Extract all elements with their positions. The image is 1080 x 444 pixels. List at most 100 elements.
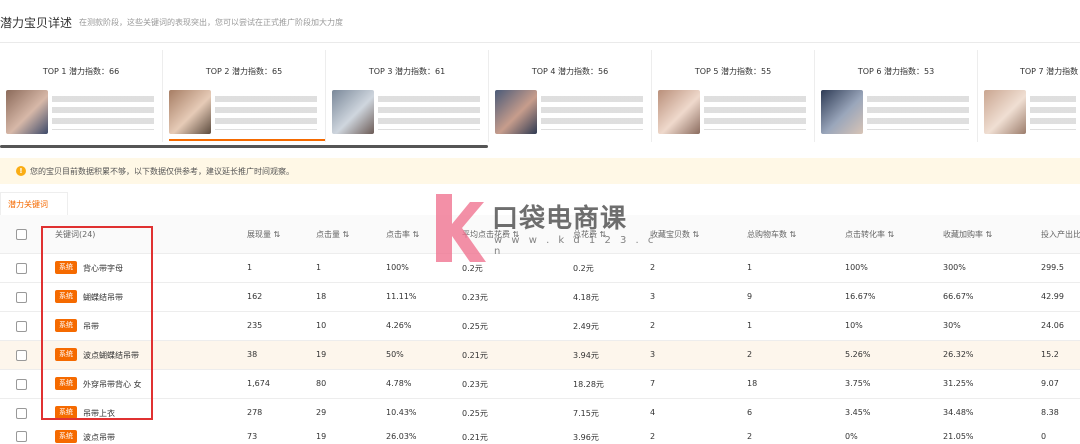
col-total-cost[interactable]: 总花费 ⇅: [573, 229, 606, 240]
page-header: 潜力宝贝详述 在测款阶段，这些关键词的表现突出，您可以尝试在正式推广阶段加大力度: [0, 0, 1080, 43]
tab-potential-keywords[interactable]: 潜力关键词: [0, 192, 68, 215]
col-avg-cpc[interactable]: 平均点击花费 ⇅: [462, 229, 519, 240]
table-row[interactable]: 系统 蝴蝶结吊带 162 18 11.11% 0.23元 4.18元 3 9 1…: [0, 283, 1080, 312]
col-roi[interactable]: 投入产出比: [1041, 229, 1080, 240]
top-item-label: TOP 4 潜力指数：56: [531, 67, 609, 76]
ctr-cell: 4.78%: [386, 379, 412, 388]
roi-cell: 0: [1041, 432, 1047, 441]
table-row[interactable]: 系统 吊带上衣 278 29 10.43% 0.25元 7.15元 4 6 3.…: [0, 399, 1080, 428]
table-row[interactable]: 系统 背心带字母 1 1 100% 0.2元 0.2元 2 1 100% 300…: [0, 254, 1080, 283]
keyword-text: 波点吊带: [83, 433, 115, 442]
fav-cart-rate-cell: 26.32%: [943, 350, 974, 359]
cart-items-cell: 6: [747, 408, 753, 417]
page-subtitle: 在测款阶段，这些关键词的表现突出，您可以尝试在正式推广阶段加大力度: [79, 18, 343, 27]
impressions-cell: 278: [247, 408, 263, 417]
clicks-cell: 10: [316, 321, 327, 330]
source-badge: 系统: [55, 430, 77, 443]
impressions-cell: 73: [247, 432, 258, 441]
product-image: [658, 90, 700, 134]
total-cost-cell: 4.18元: [573, 293, 599, 302]
product-title-blurred: [704, 96, 806, 130]
row-checkbox[interactable]: [16, 379, 27, 390]
cart-items-cell: 1: [747, 321, 753, 330]
cart-items-cell: 18: [747, 379, 758, 388]
avg-cpc-cell: 0.2元: [462, 264, 483, 273]
conv-rate-cell: 3.75%: [845, 379, 871, 388]
row-checkbox[interactable]: [16, 408, 27, 419]
top-item-label: TOP 6 潜力指数：53: [857, 67, 935, 76]
top-item-card[interactable]: TOP 4 潜力指数：56: [489, 50, 652, 142]
roi-cell: 24.06: [1041, 321, 1064, 330]
col-clicks[interactable]: 点击量 ⇅: [316, 229, 349, 240]
product-title-blurred: [52, 96, 154, 130]
impressions-cell: 38: [247, 350, 258, 359]
ctr-cell: 11.11%: [386, 292, 417, 301]
fav-cart-rate-cell: 30%: [943, 321, 961, 330]
ctr-cell: 26.03%: [386, 432, 417, 441]
col-fav-items[interactable]: 收藏宝贝数 ⇅: [650, 229, 699, 240]
row-checkbox[interactable]: [16, 292, 27, 303]
col-fav-cart-rate[interactable]: 收藏加购率 ⇅: [943, 229, 992, 240]
fav-cart-rate-cell: 31.25%: [943, 379, 974, 388]
clicks-cell: 19: [316, 432, 327, 441]
fav-cart-rate-cell: 300%: [943, 263, 966, 272]
product-title-blurred: [1030, 96, 1076, 130]
cart-items-cell: 2: [747, 350, 753, 359]
fav-items-cell: 4: [650, 408, 656, 417]
conv-rate-cell: 100%: [845, 263, 868, 272]
conv-rate-cell: 3.45%: [845, 408, 871, 417]
selected-indicator: [169, 139, 325, 141]
row-checkbox[interactable]: [16, 431, 27, 442]
table-row[interactable]: 系统 外穿吊带背心 女 1,674 80 4.78% 0.23元 18.28元 …: [0, 370, 1080, 399]
fav-cart-rate-cell: 66.67%: [943, 292, 974, 301]
table-row-hovered[interactable]: 系统 波点蝴蝶结吊带 38 19 50% 0.21元 3.94元 3 2 5.2…: [0, 341, 1080, 370]
top-item-card[interactable]: TOP 5 潜力指数：55: [652, 50, 815, 142]
conv-rate-cell: 0%: [845, 432, 858, 441]
top-item-card[interactable]: TOP 6 潜力指数：53: [815, 50, 978, 142]
row-checkbox[interactable]: [16, 263, 27, 274]
top-item-label: TOP 3 潜力指数：61: [368, 67, 446, 76]
top-item-card-selected[interactable]: TOP 2 潜力指数：65: [163, 50, 326, 142]
fav-cart-rate-cell: 34.48%: [943, 408, 974, 417]
product-title-blurred: [378, 96, 480, 130]
total-cost-cell: 3.96元: [573, 433, 599, 442]
select-all-checkbox[interactable]: [16, 229, 27, 240]
product-image: [6, 90, 48, 134]
top-item-label: TOP 2 潜力指数：65: [205, 67, 283, 76]
col-cart-items[interactable]: 总购物车数 ⇅: [747, 229, 796, 240]
col-ctr[interactable]: 点击率 ⇅: [386, 229, 419, 240]
row-checkbox[interactable]: [16, 350, 27, 361]
avg-cpc-cell: 0.23元: [462, 380, 488, 389]
ctr-cell: 100%: [386, 263, 409, 272]
fav-cart-rate-cell: 21.05%: [943, 432, 974, 441]
table-row[interactable]: 系统 波点吊带 73 19 26.03% 0.21元 3.96元 2 2 0% …: [0, 426, 1080, 444]
avg-cpc-cell: 0.25元: [462, 409, 488, 418]
top-item-label: TOP 7 潜力指数: [1020, 67, 1079, 76]
total-cost-cell: 18.28元: [573, 380, 604, 389]
row-checkbox[interactable]: [16, 321, 27, 332]
roi-cell: 15.2: [1041, 350, 1059, 359]
top-item-card[interactable]: TOP 3 潜力指数：61: [326, 50, 489, 142]
fav-items-cell: 7: [650, 379, 656, 388]
col-impressions[interactable]: 展现量 ⇅: [247, 229, 280, 240]
page-title: 潜力宝贝详述: [0, 16, 73, 30]
impressions-cell: 162: [247, 292, 263, 301]
avg-cpc-cell: 0.21元: [462, 433, 488, 442]
table-header: 关键词(24) 展现量 ⇅ 点击量 ⇅ 点击率 ⇅ 平均点击花费 ⇅ 总花费 ⇅…: [0, 215, 1080, 254]
product-image: [169, 90, 211, 134]
top-item-card[interactable]: TOP 7 潜力指数: [978, 50, 1080, 142]
clicks-cell: 80: [316, 379, 327, 388]
col-conv-rate[interactable]: 点击转化率 ⇅: [845, 229, 894, 240]
table-row[interactable]: 系统 吊带 235 10 4.26% 0.25元 2.49元 2 1 10% 3…: [0, 312, 1080, 341]
avg-cpc-cell: 0.21元: [462, 351, 488, 360]
clicks-cell: 1: [316, 263, 322, 272]
roi-cell: 42.99: [1041, 292, 1064, 301]
cart-items-cell: 2: [747, 432, 753, 441]
roi-cell: 299.5: [1041, 263, 1064, 272]
top-item-card[interactable]: TOP 1 潜力指数：66: [0, 50, 163, 142]
horizontal-scrollbar[interactable]: [0, 145, 488, 148]
ctr-cell: 4.26%: [386, 321, 412, 330]
cart-items-cell: 9: [747, 292, 753, 301]
product-image: [332, 90, 374, 134]
top-item-label: TOP 5 潜力指数：55: [694, 67, 772, 76]
